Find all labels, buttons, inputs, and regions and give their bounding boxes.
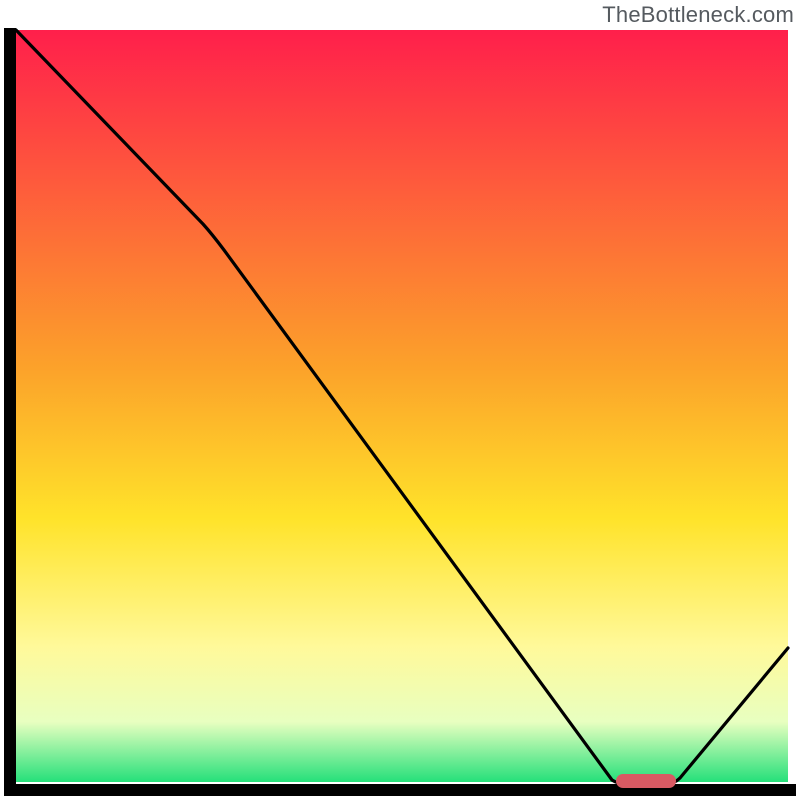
y-axis bbox=[4, 28, 16, 796]
optimal-marker bbox=[616, 774, 676, 788]
plot-background bbox=[16, 30, 788, 782]
watermark-text: TheBottleneck.com bbox=[602, 2, 794, 28]
chart-stage: TheBottleneck.com bbox=[0, 0, 800, 800]
chart-svg bbox=[0, 0, 800, 800]
x-axis bbox=[4, 784, 796, 796]
